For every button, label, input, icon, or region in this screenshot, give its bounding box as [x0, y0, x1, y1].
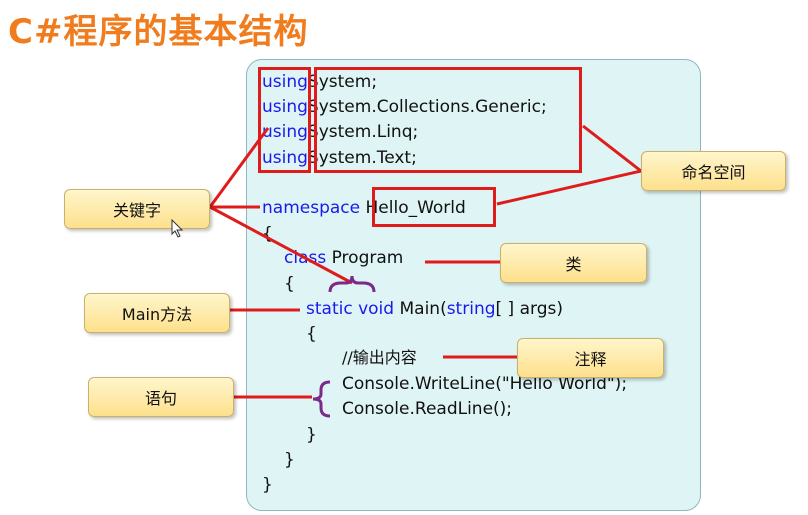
callout-namespace: 命名空间	[641, 151, 786, 191]
mouse-cursor-icon	[171, 219, 184, 238]
statement-brace-mark	[312, 380, 331, 418]
callout-class: 类	[500, 243, 647, 283]
static-void-brace-mark	[328, 275, 376, 293]
callout-keyword: 关键字	[64, 189, 210, 229]
callout-statement: 语句	[88, 377, 234, 417]
callout-comment: 注释	[517, 338, 664, 378]
connector-lines	[208, 124, 642, 418]
line-namespace-imports	[582, 124, 642, 173]
line-keyword-static	[209, 205, 353, 285]
callout-main-method: Main方法	[84, 293, 230, 333]
line-namespace-name	[496, 169, 642, 206]
line-keyword-using	[208, 127, 270, 208]
